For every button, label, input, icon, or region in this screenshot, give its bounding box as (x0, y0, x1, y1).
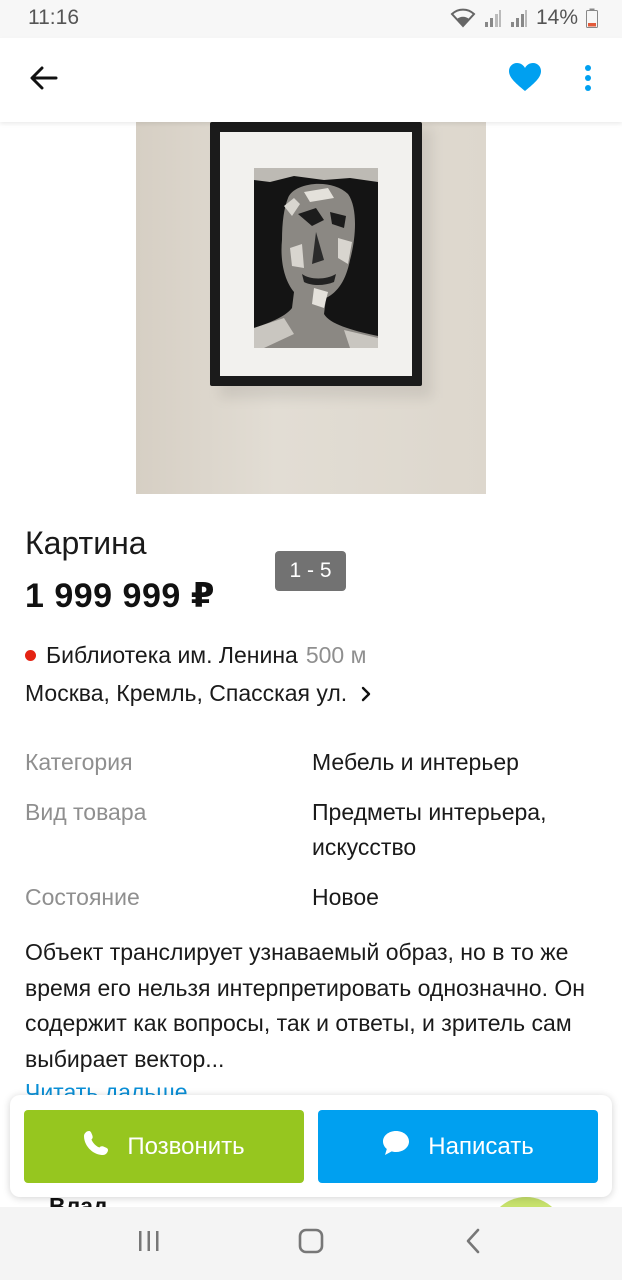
recent-apps-button[interactable] (129, 1225, 169, 1261)
call-button[interactable]: Позвонить (24, 1110, 304, 1183)
portrait-artwork (254, 168, 378, 348)
painting-frame (210, 122, 422, 386)
contact-actions: Позвонить Написать (10, 1095, 612, 1197)
param-value: Новое (312, 884, 379, 910)
status-time: 11:16 (28, 6, 79, 29)
listing-photo[interactable] (136, 122, 486, 494)
chevron-right-icon (361, 686, 371, 702)
back-button[interactable] (26, 62, 62, 98)
param-key: Категория (25, 749, 133, 775)
param-key: Состояние (25, 884, 140, 910)
app-bar (0, 38, 622, 122)
more-vertical-icon (584, 64, 592, 97)
home-icon (298, 1228, 324, 1259)
address-text: Москва, Кремль, Спасская ул. (25, 680, 348, 706)
more-button[interactable] (574, 60, 602, 100)
photo-counter: 1 - 5 (275, 551, 346, 591)
write-button[interactable]: Написать (318, 1110, 598, 1183)
wifi-icon (450, 8, 476, 28)
chat-bubble-icon (382, 1130, 410, 1163)
listing-price: 1 999 999 ₽ (25, 577, 215, 615)
photo-gallery[interactable]: 1 - 5 Avito (0, 122, 622, 604)
system-back-button[interactable] (453, 1225, 493, 1261)
metro-line-dot (25, 650, 36, 661)
avito-watermark: Avito (430, 589, 477, 604)
description-text: Объект транслирует узнаваемый образ, но … (25, 939, 585, 1072)
watermark-text: Avito (447, 589, 477, 604)
system-nav-bar (0, 1207, 622, 1280)
signal-icon (484, 8, 502, 28)
home-button[interactable] (291, 1225, 331, 1261)
param-row: Вид товара Предметы интерьера, искусство (25, 795, 605, 880)
metro-distance: 500 м (305, 642, 367, 668)
call-button-label: Позвонить (127, 1132, 245, 1160)
param-row: Категория Мебель и интерьер (25, 745, 605, 795)
battery-icon (586, 8, 598, 28)
arrow-left-icon (30, 66, 58, 95)
param-key: Вид товара (25, 799, 147, 825)
param-value: Мебель и интерьер (312, 749, 519, 775)
write-button-label: Написать (428, 1132, 534, 1160)
battery-percent: 14% (535, 6, 578, 29)
param-row: Состояние Новое (25, 880, 605, 920)
recent-apps-icon (137, 1230, 161, 1257)
chevron-left-icon (465, 1228, 481, 1259)
heart-icon (508, 62, 542, 97)
metro-station: Библиотека им. Ленина 500 м (25, 642, 366, 669)
avito-logo-icon (430, 589, 444, 604)
address-link[interactable]: Москва, Кремль, Спасская ул. (25, 680, 371, 707)
listing-title: Картина (25, 525, 147, 561)
favorite-button[interactable] (506, 60, 544, 98)
param-value: Предметы интерьера, искусство (312, 799, 547, 860)
signal-icon-2 (510, 8, 528, 28)
metro-station-name: Библиотека им. Ленина (46, 642, 298, 668)
status-bar: 11:16 14% (0, 0, 622, 38)
phone-icon (83, 1130, 109, 1163)
status-indicators: 14% (450, 6, 598, 30)
params-list: Категория Мебель и интерьер Вид товара П… (25, 745, 605, 920)
